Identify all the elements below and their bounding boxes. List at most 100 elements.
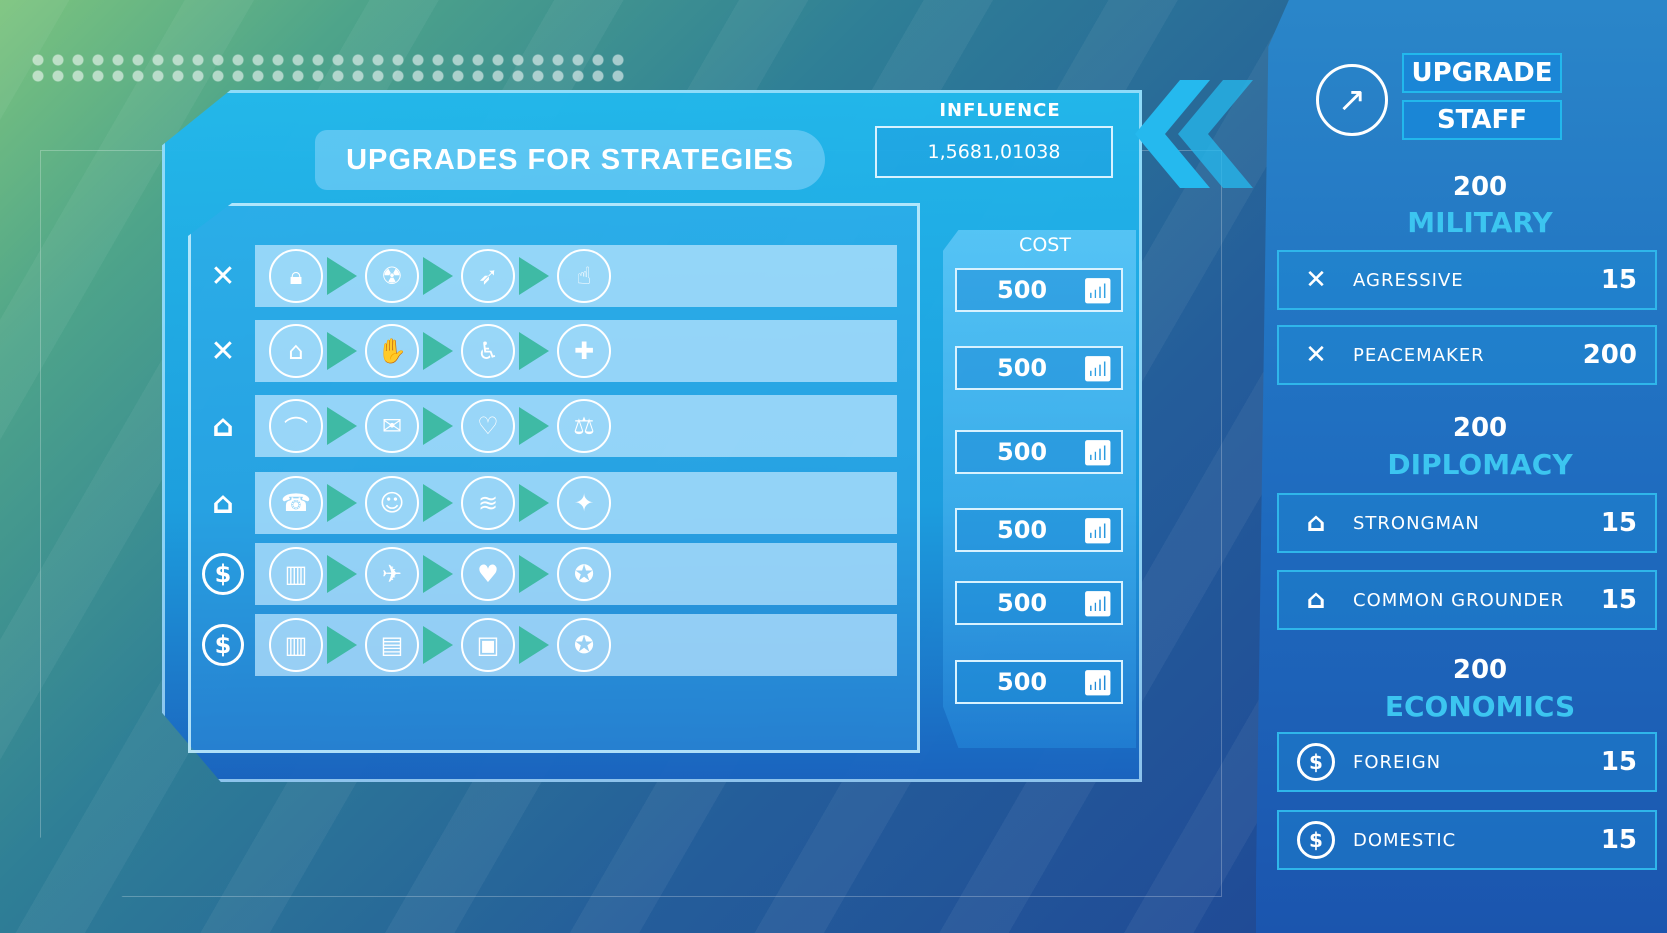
influence-value: 1,5681,01038 (875, 126, 1113, 178)
cost-value: 500 (997, 276, 1048, 304)
hand-coin-icon[interactable]: ☝ (557, 249, 611, 303)
upgrade-row: ☎ ☺ ≋ ✦ (255, 472, 897, 534)
upgrade-chart-icon: 📶︎ (1082, 439, 1113, 467)
upgrade-row: 🔒︎ ☢ ➶ ☝ (255, 245, 897, 307)
cost-button[interactable]: 500 📶︎ (955, 660, 1123, 704)
staff-item-value: 200 (1582, 340, 1637, 370)
staff-item[interactable]: ⌂ COMMON GROUNDER 15 (1277, 570, 1657, 630)
section-title: ECONOMICS (1384, 690, 1576, 723)
dollar-icon: $ (202, 624, 244, 666)
cost-value: 500 (997, 589, 1048, 617)
cost-button[interactable]: 500 📶︎ (955, 430, 1123, 474)
capitol-building-icon[interactable]: ⌂ (269, 324, 323, 378)
cost-button[interactable]: 500 📶︎ (955, 508, 1123, 552)
cost-value: 500 (997, 438, 1048, 466)
progression-arrow-icon (519, 332, 549, 370)
staff-item-name: PEACEMAKER (1353, 344, 1485, 366)
cost-value: 500 (997, 354, 1048, 382)
progression-arrow-icon (327, 626, 357, 664)
progression-arrow-icon (423, 332, 453, 370)
upgrade-chart-icon: 📶︎ (1082, 277, 1113, 305)
handshake-icon[interactable]: ✋ (365, 324, 419, 378)
cost-button[interactable]: 500 📶︎ (955, 268, 1123, 312)
dollar-icon: $ (202, 553, 244, 595)
upgrade-row: ⌂ ✋ ♿ ✚ (255, 320, 897, 382)
progression-arrow-icon (327, 407, 357, 445)
section-points: 200 (1452, 172, 1508, 202)
upgrade-button[interactable]: UPGRADE (1402, 53, 1562, 93)
presentation-icon[interactable]: ▤ (365, 618, 419, 672)
bank-icon: ⌂ (212, 408, 234, 444)
dollar-icon: $ (1297, 743, 1335, 781)
staff-item-name: COMMON GROUNDER (1353, 589, 1565, 611)
staff-item-name: FOREIGN (1353, 751, 1442, 773)
gavel-icon[interactable]: ⚖ (557, 399, 611, 453)
wifi-icon[interactable]: ≋ (461, 476, 515, 530)
cost-button[interactable]: 500 📶︎ (955, 581, 1123, 625)
cost-button[interactable]: 500 📶︎ (955, 346, 1123, 390)
progression-arrow-icon (423, 484, 453, 522)
staff-item-value: 15 (1600, 747, 1637, 777)
staff-item[interactable]: ✕ PEACEMAKER 200 (1277, 325, 1657, 385)
graduation-cap-icon[interactable]: ⌒ (269, 399, 323, 453)
staff-button[interactable]: STAFF (1402, 100, 1562, 140)
section-points: 200 (1452, 655, 1508, 685)
staff-item[interactable]: ✕ AGRESSIVE 15 (1277, 250, 1657, 310)
progression-arrow-icon (327, 555, 357, 593)
award-badge-icon[interactable]: ✪ (557, 547, 611, 601)
staff-item-value: 15 (1600, 265, 1637, 295)
staff-item[interactable]: $ DOMESTIC 15 (1277, 810, 1657, 870)
progression-arrow-icon (519, 626, 549, 664)
swords-icon: ✕ (1305, 265, 1327, 295)
wheelchair-icon[interactable]: ♿ (461, 324, 515, 378)
upgrade-chart-icon: 📶︎ (1082, 590, 1113, 618)
progression-arrow-icon (423, 257, 453, 295)
progression-arrow-icon (327, 257, 357, 295)
upgrade-chart-icon: 📶︎ (1082, 355, 1113, 383)
staff-item[interactable]: ⌂ STRONGMAN 15 (1277, 493, 1657, 553)
relationship-icon[interactable]: ♡ (461, 399, 515, 453)
progression-arrow-icon (423, 555, 453, 593)
bank-icon: ⌂ (1306, 508, 1326, 538)
cost-value: 500 (997, 516, 1048, 544)
progression-arrow-icon (519, 484, 549, 522)
staff-item-name: STRONGMAN (1353, 512, 1480, 534)
airplane-icon[interactable]: ✈ (365, 547, 419, 601)
growth-chart-icon[interactable]: ▥ (269, 547, 323, 601)
ambulance-icon[interactable]: ✚ (557, 324, 611, 378)
swords-icon: ✕ (210, 258, 236, 294)
progression-arrow-icon (327, 484, 357, 522)
section-points: 200 (1452, 413, 1508, 443)
page-title: UPGRADES FOR STRATEGIES (315, 130, 825, 190)
cost-value: 500 (997, 668, 1048, 696)
radiation-icon[interactable]: ☢ (365, 249, 419, 303)
award-badge-icon[interactable]: ✪ (557, 618, 611, 672)
progression-arrow-icon (519, 407, 549, 445)
staff-item-name: AGRESSIVE (1353, 269, 1464, 291)
progression-arrow-icon (327, 332, 357, 370)
upgrade-chart-icon: 📶︎ (1082, 517, 1113, 545)
diploma-icon[interactable]: ✉ (365, 399, 419, 453)
upgrade-chart-icon: 📶︎ (1082, 669, 1113, 697)
bank-icon: ⌂ (212, 485, 234, 521)
staff-item-value: 15 (1600, 585, 1637, 615)
upgrade-row: ▥ ▤ ▣ ✪ (255, 614, 897, 676)
people-icon[interactable]: ☺ (365, 476, 419, 530)
decorative-dots (28, 52, 628, 86)
upgrade-growth-icon: ↗ (1316, 64, 1388, 136)
progression-arrow-icon (519, 257, 549, 295)
lock-icon[interactable]: 🔒︎ (269, 249, 323, 303)
section-title: MILITARY (1407, 206, 1553, 239)
growth-chart-icon[interactable]: ▥ (269, 618, 323, 672)
progression-arrow-icon (423, 407, 453, 445)
hand-heart-icon[interactable]: ♥ (461, 547, 515, 601)
influence-label: INFLUENCE (939, 100, 1061, 121)
rocket-icon[interactable]: ➶ (461, 249, 515, 303)
swords-icon: ✕ (1305, 340, 1327, 370)
staff-item[interactable]: $ FOREIGN 15 (1277, 732, 1657, 792)
lightbulb-icon[interactable]: ✦ (557, 476, 611, 530)
phone-icon[interactable]: ☎ (269, 476, 323, 530)
bank-icon: ⌂ (1306, 585, 1326, 615)
upgrade-row: ⌒ ✉ ♡ ⚖ (255, 395, 897, 457)
monitor-icon[interactable]: ▣ (461, 618, 515, 672)
